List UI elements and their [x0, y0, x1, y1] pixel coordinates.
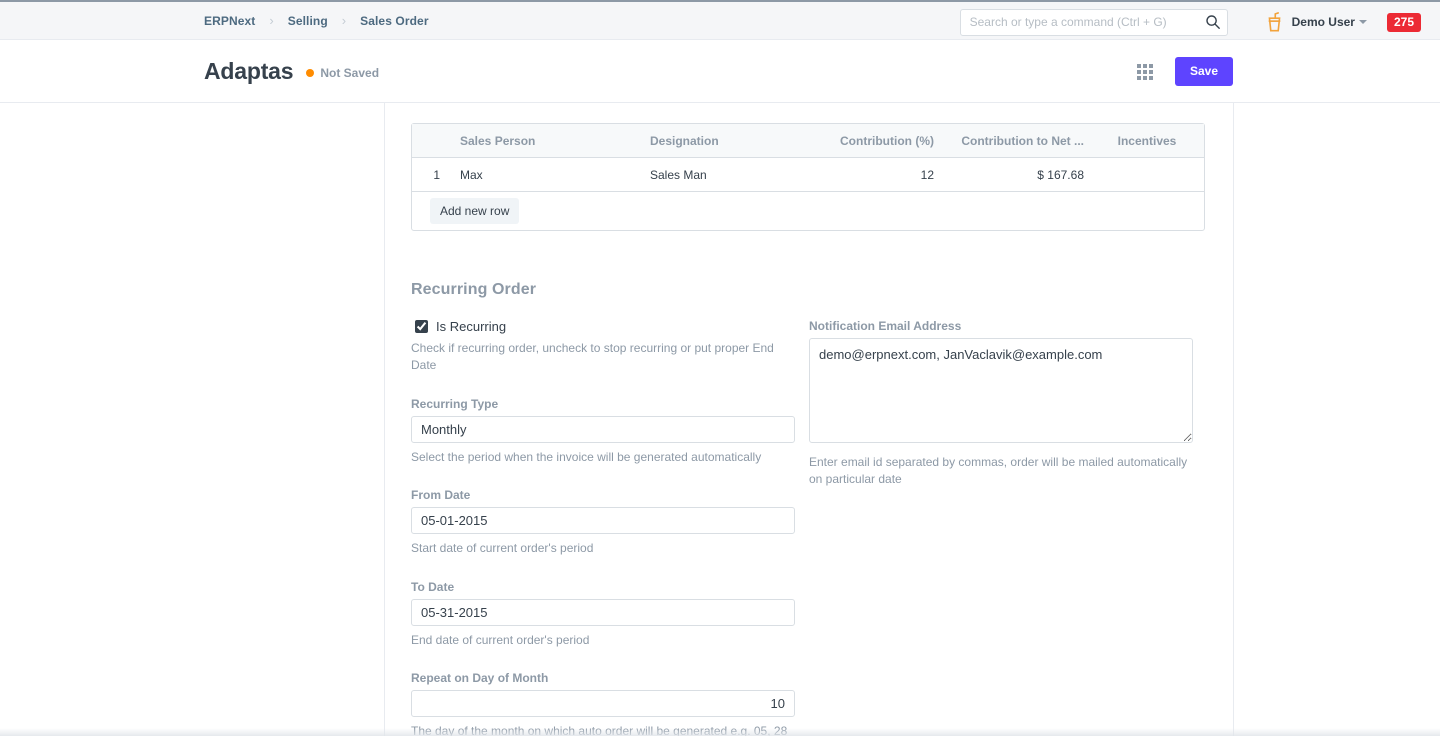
is-recurring-check-row[interactable]: Is Recurring [411, 319, 809, 334]
repeat-day-help: The day of the month on which auto order… [411, 723, 795, 736]
form-content-column: Sales Person Designation Contribution (%… [384, 103, 1234, 736]
field-is-recurring: Is Recurring Check if recurring order, u… [411, 319, 809, 375]
user-menu-label[interactable]: Demo User [1292, 15, 1355, 29]
status-badge: Not Saved [306, 66, 379, 80]
breadcrumb: ERPNext › Selling › Sales Order [204, 14, 429, 28]
add-new-row-button[interactable]: Add new row [430, 198, 519, 224]
breadcrumb-item-sales-order[interactable]: Sales Order [360, 14, 428, 28]
drink-cup-icon[interactable] [1266, 12, 1283, 32]
field-repeat-day-of-month: Repeat on Day of Month The day of the mo… [411, 671, 809, 736]
field-from-date: From Date Start date of current order's … [411, 488, 809, 557]
top-navbar: ERPNext › Selling › Sales Order Demo Use… [0, 0, 1440, 40]
page-body: Sales Person Designation Contribution (%… [0, 103, 1440, 736]
grid-header-contribution-pct: Contribution (%) [802, 134, 942, 148]
repeat-day-input[interactable] [411, 690, 795, 717]
field-to-date: To Date End date of current order's peri… [411, 580, 809, 649]
from-date-help: Start date of current order's period [411, 540, 795, 557]
status-dot-icon [306, 69, 314, 77]
page-header-actions: Save [1137, 40, 1440, 103]
notification-email-label: Notification Email Address [809, 319, 1207, 333]
recurring-type-label: Recurring Type [411, 397, 809, 411]
title-block: Adaptas Not Saved [204, 58, 379, 85]
notification-email-help: Enter email id separated by commas, orde… [809, 454, 1193, 489]
page-header: Adaptas Not Saved Save [0, 40, 1440, 103]
row-designation[interactable]: Sales Man [642, 168, 802, 182]
row-contribution-net[interactable]: $ 167.68 [942, 168, 1092, 182]
field-notification-email: Notification Email Address Enter email i… [809, 319, 1207, 489]
from-date-label: From Date [411, 488, 809, 502]
grid-header-designation: Designation [642, 134, 802, 148]
row-sales-person[interactable]: Max [452, 168, 642, 182]
to-date-input[interactable] [411, 599, 795, 626]
caret-down-icon[interactable] [1359, 20, 1367, 24]
from-date-input[interactable] [411, 507, 795, 534]
field-recurring-type: Recurring Type Select the period when th… [411, 397, 809, 466]
search-box[interactable] [960, 9, 1228, 36]
grid-header-incentives: Incentives [1092, 134, 1202, 148]
repeat-day-label: Repeat on Day of Month [411, 671, 809, 685]
grid-header-sales-person: Sales Person [452, 134, 642, 148]
to-date-help: End date of current order's period [411, 632, 795, 649]
form-columns: Is Recurring Check if recurring order, u… [411, 319, 1207, 736]
grid-menu-icon[interactable] [1137, 64, 1153, 80]
form-column-right: Notification Email Address Enter email i… [809, 319, 1207, 736]
is-recurring-checkbox[interactable] [415, 320, 428, 333]
row-index: 1 [412, 168, 452, 182]
is-recurring-help: Check if recurring order, uncheck to sto… [411, 340, 795, 375]
to-date-label: To Date [411, 580, 809, 594]
grid-header-contribution-net: Contribution to Net ... [942, 134, 1092, 148]
navbar-right-group: Demo User 275 [960, 2, 1440, 42]
breadcrumb-separator-icon: › [255, 14, 287, 27]
row-contribution-pct[interactable]: 12 [802, 168, 942, 182]
breadcrumb-item-selling[interactable]: Selling [288, 14, 328, 28]
notification-badge[interactable]: 275 [1387, 13, 1421, 32]
section-heading-recurring-order: Recurring Order [411, 281, 1207, 299]
page-title: Adaptas [204, 58, 293, 85]
recurring-type-help: Select the period when the invoice will … [411, 449, 795, 466]
table-row[interactable]: 1 Max Sales Man 12 $ 167.68 [412, 158, 1204, 192]
grid-header-row: Sales Person Designation Contribution (%… [412, 124, 1204, 158]
is-recurring-label: Is Recurring [436, 319, 506, 334]
save-button[interactable]: Save [1175, 57, 1233, 86]
breadcrumb-item-erpnext[interactable]: ERPNext [204, 14, 255, 28]
recurring-type-input[interactable] [411, 416, 795, 443]
notification-email-textarea[interactable] [809, 338, 1193, 443]
form-column-left: Is Recurring Check if recurring order, u… [411, 319, 809, 736]
search-input[interactable] [960, 9, 1228, 36]
breadcrumb-separator-icon: › [328, 14, 360, 27]
status-label: Not Saved [320, 66, 379, 80]
sales-team-grid: Sales Person Designation Contribution (%… [411, 123, 1205, 231]
grid-footer: Add new row [412, 192, 1204, 230]
